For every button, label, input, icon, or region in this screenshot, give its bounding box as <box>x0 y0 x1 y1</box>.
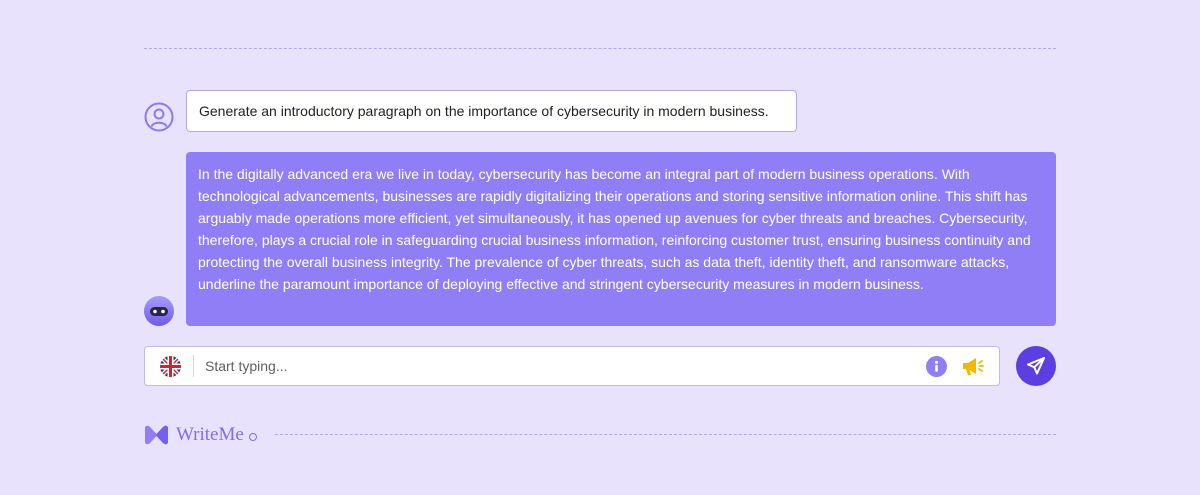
uk-flag-icon[interactable] <box>160 355 181 377</box>
info-icon[interactable] <box>926 355 947 377</box>
user-message: Generate an introductory paragraph on th… <box>186 90 797 132</box>
brand-name: WriteMe <box>176 424 244 445</box>
bot-response-message: In the digitally advanced era we live in… <box>186 152 1056 326</box>
message-composer <box>144 346 1000 386</box>
message-input[interactable] <box>205 358 926 374</box>
megaphone-icon[interactable] <box>961 355 985 377</box>
send-icon <box>1027 357 1045 375</box>
composer-divider <box>193 355 194 377</box>
bottom-divider <box>275 434 1056 435</box>
brand-dot <box>249 433 257 441</box>
bot-avatar-icon <box>144 296 174 326</box>
writeme-logo-icon <box>145 425 168 445</box>
user-avatar-icon <box>144 102 174 132</box>
top-divider <box>144 48 1056 49</box>
send-button[interactable] <box>1016 346 1056 386</box>
